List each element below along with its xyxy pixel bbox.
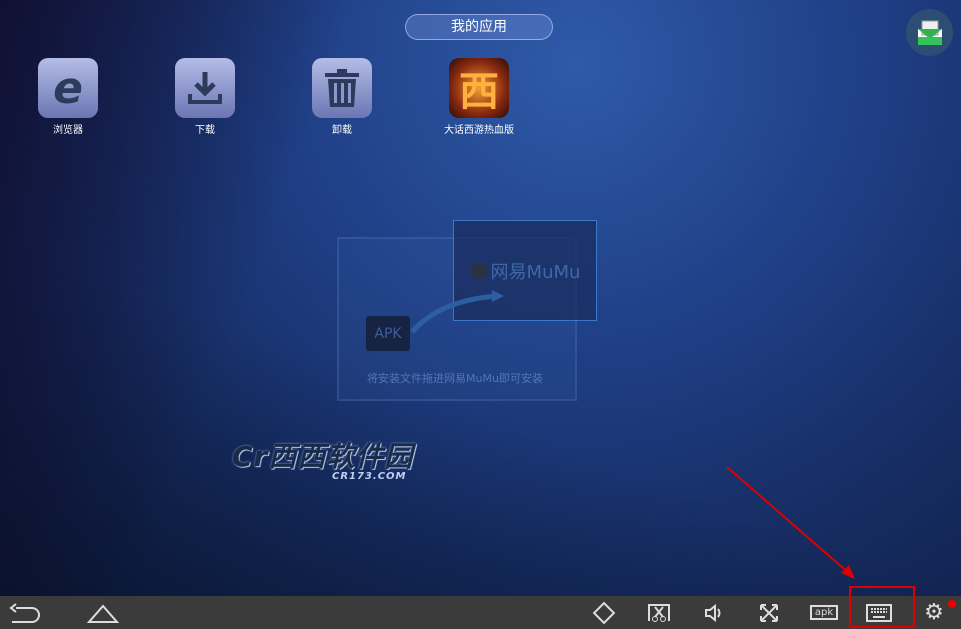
home-icon — [87, 603, 119, 623]
watermark-logo: Cr西西软件园 CR173.COM — [232, 440, 414, 482]
app-label: 卸载 — [332, 125, 352, 136]
fullscreen-icon — [760, 603, 778, 622]
drop-hint: 将安装文件拖进网易MuMu即可安装 — [367, 372, 543, 385]
back-icon — [9, 602, 40, 623]
arrow-icon — [410, 290, 504, 334]
rotate-icon — [592, 601, 616, 624]
message-button[interactable] — [906, 9, 953, 56]
apk-folder-icon: apk — [809, 605, 839, 620]
game-icon: 西 — [449, 58, 509, 118]
volume-icon — [705, 603, 721, 622]
apk-file-icon: APK — [366, 316, 410, 351]
back-button[interactable] — [4, 596, 44, 629]
app-label: 浏览器 — [53, 125, 83, 136]
mumu-mascot-icon — [469, 262, 488, 279]
keyboard-highlight-box — [849, 586, 915, 628]
red-arrow-annotation — [726, 466, 855, 579]
screenshot-button[interactable] — [639, 596, 679, 629]
mumu-brand: 网易MuMu — [490, 261, 581, 283]
bottom-toolbar: apk ⚙ — [0, 596, 961, 629]
my-apps-title: 我的应用 — [405, 14, 553, 40]
gear-icon: ⚙ — [924, 600, 944, 625]
app-label: 大话西游热血版 — [444, 125, 514, 136]
mail-icon — [917, 20, 942, 45]
notification-dot — [948, 600, 956, 608]
app-download[interactable]: 下载 — [150, 58, 260, 136]
rotate-button[interactable] — [584, 596, 624, 629]
fullscreen-button[interactable] — [749, 596, 789, 629]
scissors-icon — [648, 603, 670, 622]
app-label: 下载 — [195, 125, 215, 136]
ie-browser-icon: e — [38, 58, 98, 118]
home-button[interactable] — [83, 596, 123, 629]
download-icon — [175, 58, 235, 118]
volume-button[interactable] — [694, 596, 734, 629]
install-apk-button[interactable]: apk — [804, 596, 844, 629]
trash-icon — [312, 58, 372, 118]
app-game[interactable]: 西 大话西游热血版 — [424, 58, 534, 136]
app-browser[interactable]: e 浏览器 — [13, 58, 123, 136]
app-uninstall[interactable]: 卸载 — [287, 58, 397, 136]
